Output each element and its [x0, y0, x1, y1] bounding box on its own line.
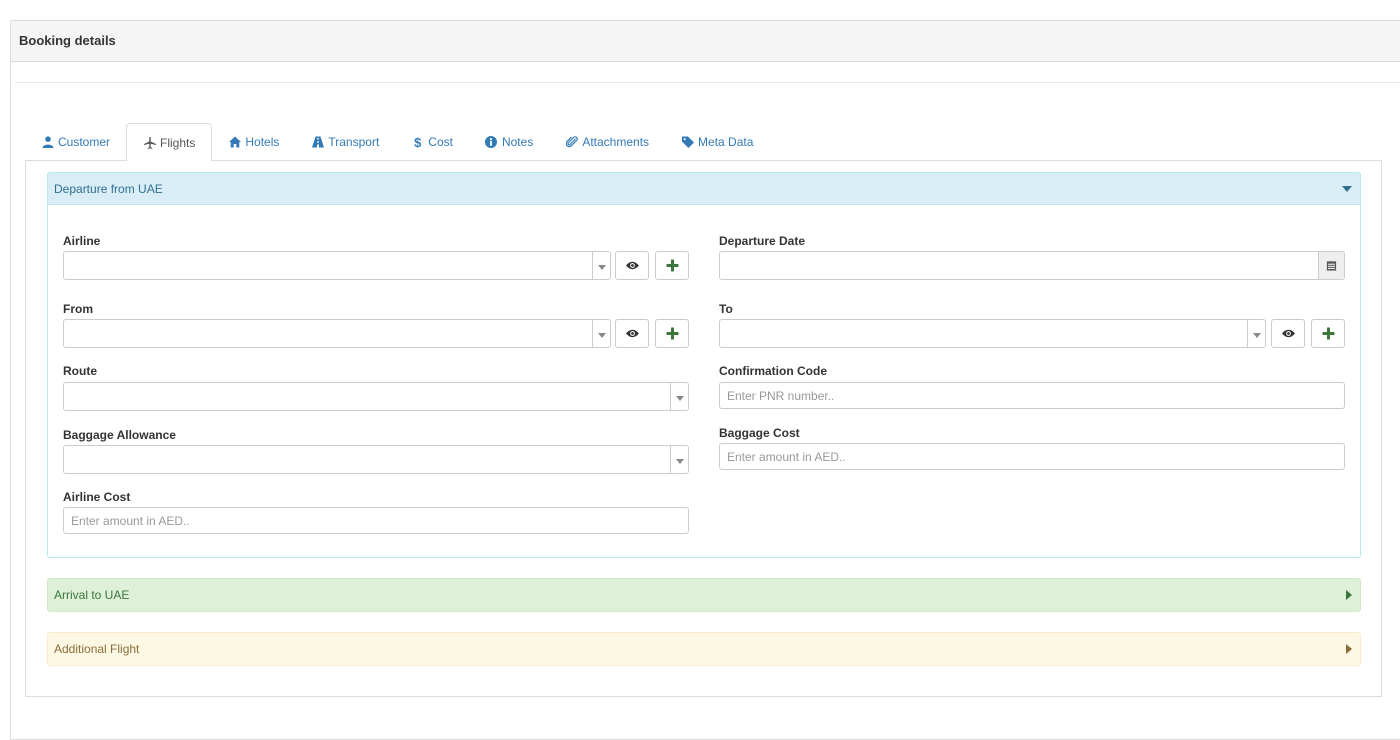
airline-cost-input[interactable] — [63, 507, 689, 534]
view-from-button[interactable] — [615, 319, 649, 348]
departure-date-input[interactable] — [719, 251, 1345, 280]
departure-panel: Departure from UAE Airline From Route Ba… — [47, 172, 1361, 558]
home-icon — [228, 136, 241, 149]
road-icon — [311, 136, 324, 149]
caret-right-icon — [1346, 590, 1352, 600]
tab-notes[interactable]: Notes — [469, 123, 549, 161]
tab-label: Attachments — [582, 135, 650, 149]
tab-hotels[interactable]: Hotels — [212, 123, 295, 161]
to-select[interactable] — [719, 319, 1266, 348]
divider — [15, 82, 1400, 83]
departure-panel-header[interactable]: Departure from UAE — [48, 173, 1360, 205]
from-select[interactable] — [63, 319, 611, 348]
airline-cost-label: Airline Cost — [63, 490, 131, 504]
tab-label: Flights — [160, 135, 196, 150]
additional-flight-panel-header[interactable]: Additional Flight — [48, 633, 1360, 665]
chevron-down-icon — [670, 446, 688, 473]
tab-label: Notes — [501, 135, 534, 149]
tab-customer[interactable]: Customer — [25, 123, 126, 161]
view-airline-button[interactable] — [615, 251, 649, 280]
user-icon — [41, 136, 54, 149]
tab-label: Cost — [428, 135, 453, 149]
plus-icon — [666, 327, 678, 340]
info-icon — [485, 136, 498, 149]
chevron-down-icon — [1247, 320, 1265, 347]
calendar-icon[interactable] — [1318, 252, 1344, 279]
eye-icon — [625, 329, 639, 338]
airline-select[interactable] — [63, 251, 611, 280]
arrival-panel-title: Arrival to UAE — [54, 588, 130, 602]
departure-panel-title: Departure from UAE — [54, 181, 163, 196]
chevron-down-icon — [592, 320, 610, 347]
arrival-panel: Arrival to UAE — [47, 578, 1361, 612]
from-label: From — [63, 302, 93, 316]
departure-date-label: Departure Date — [719, 234, 806, 248]
paperclip-icon — [565, 136, 578, 149]
tab-label: Customer — [58, 135, 111, 149]
plane-icon — [143, 136, 156, 149]
tab-label: Meta Data — [698, 135, 754, 149]
baggage-cost-label: Baggage Cost — [719, 426, 800, 440]
flights-tab-content: Departure from UAE Airline From Route Ba… — [25, 160, 1382, 697]
tag-icon — [681, 136, 694, 149]
route-label: Route — [63, 364, 97, 378]
plus-icon — [1322, 327, 1334, 340]
tab-meta-data[interactable]: Meta Data — [665, 123, 769, 161]
baggage-allowance-label: Baggage Allowance — [63, 428, 176, 442]
tab-attachments[interactable]: Attachments — [549, 123, 665, 161]
add-from-button[interactable] — [655, 319, 689, 348]
chevron-down-icon — [592, 252, 610, 279]
tab-transport[interactable]: Transport — [295, 123, 395, 161]
eye-icon — [625, 261, 639, 270]
baggage-allowance-select[interactable] — [63, 445, 689, 474]
caret-down-icon — [1342, 185, 1352, 192]
add-to-button[interactable] — [1311, 319, 1345, 348]
tab-cost[interactable]: $ Cost — [395, 123, 469, 161]
additional-flight-panel: Additional Flight — [47, 632, 1361, 666]
plus-icon — [666, 259, 678, 272]
confirmation-code-label: Confirmation Code — [719, 364, 827, 378]
add-airline-button[interactable] — [655, 251, 689, 280]
to-label: To — [719, 302, 733, 316]
tab-bar: Customer Flights Hotels Transport $ Cost… — [25, 123, 769, 162]
dollar-icon: $ — [414, 134, 422, 150]
tab-flights[interactable]: Flights — [126, 123, 213, 162]
page-title: Booking details — [11, 21, 1400, 62]
route-select[interactable] — [63, 382, 689, 411]
tab-label: Hotels — [245, 135, 280, 149]
confirmation-code-input[interactable] — [719, 382, 1345, 409]
eye-icon — [1281, 329, 1295, 338]
chevron-down-icon — [670, 383, 688, 410]
tab-label: Transport — [328, 135, 380, 149]
view-to-button[interactable] — [1271, 319, 1305, 348]
arrival-panel-header[interactable]: Arrival to UAE — [48, 579, 1360, 611]
baggage-cost-input[interactable] — [719, 443, 1345, 470]
caret-right-icon — [1346, 644, 1352, 654]
additional-flight-panel-title: Additional Flight — [54, 642, 140, 656]
airline-label: Airline — [63, 234, 101, 248]
